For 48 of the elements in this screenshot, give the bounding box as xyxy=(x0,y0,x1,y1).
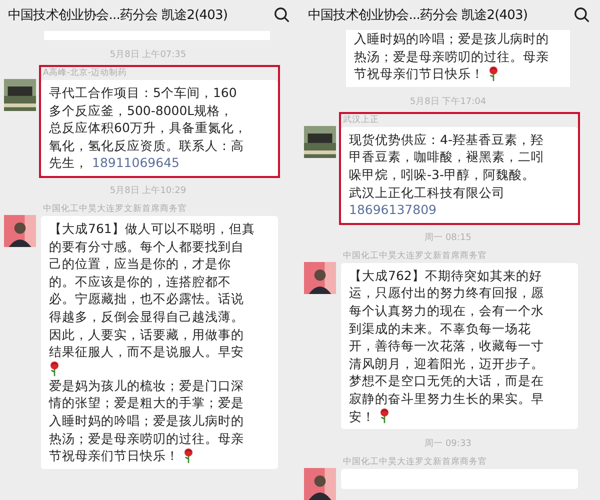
message-text: 热汤；爱是母亲唠叨的过往。母亲 xyxy=(354,48,549,66)
search-icon[interactable] xyxy=(274,7,290,23)
message-text: 到渠成的未来。不辜负每一场花 xyxy=(349,320,531,338)
phone-link[interactable]: 18911069645 xyxy=(92,154,180,172)
search-icon[interactable] xyxy=(574,7,590,23)
message-text: 因此，人要实，话要藏，用做事的 xyxy=(49,326,244,344)
message-text: 哚甲烷，吲哚-3-甲醇，阿魏酸。 xyxy=(349,166,535,184)
phone-link[interactable]: 18696137809 xyxy=(349,201,436,219)
chat-title: 中国技术创业协会...药分会 凯途2(403) xyxy=(8,7,228,24)
message-text: 的要有分寸感。每个人都要找到自 xyxy=(49,238,244,256)
message-text: 开，善待每一次花落，收藏每一寸 xyxy=(349,337,544,355)
message-text: 现货优势供应：4-羟基香豆素，羟 xyxy=(349,130,544,148)
timestamp: 5月8日 下午17:04 xyxy=(410,96,486,107)
sender-name: 中国化工中昊大连罗文新首席商务官 xyxy=(342,250,488,262)
message-text: 必。宁愿藏拙，也不必露怯。话说 xyxy=(49,290,244,308)
message-text: 【大成762】不期待突如其来的好 xyxy=(349,266,542,284)
message-text: 己的位置，应当是你的，才是你 xyxy=(49,255,231,273)
message-text: 氧化，氢化反应资质。联系人：高 xyxy=(49,136,244,154)
message-text: 每个认真努力的现在，会有一个水 xyxy=(349,302,544,320)
message-text: 入睡时妈的吟唱；爱是孩儿病时的 xyxy=(354,30,549,48)
message-text: 多个反应釜，500-8000L规格， xyxy=(49,102,234,120)
message-text: 清风朗月，迎着阳光，迈开步子。 xyxy=(349,354,544,372)
sender-name: 中国化工中昊大连罗文新首席商务官 xyxy=(342,456,488,468)
timestamp: 5月8日 上午10:29 xyxy=(110,186,186,196)
message-text: 入睡时妈的吟唱；爱是孩儿病时的 xyxy=(49,412,244,430)
sender-name: 中国化工中昊大连罗文新首席商务官 xyxy=(42,202,188,215)
message-text: 情的张望；爱是粗大的手掌；爱是 xyxy=(49,394,244,412)
message-text: 节祝母亲们节日快乐！ xyxy=(354,65,484,83)
message-text: 武汉上正化工科技有限公司 xyxy=(349,184,505,202)
message-text: 安！ xyxy=(349,408,375,426)
message-text: 总反应体积60万升，具备重氮化， xyxy=(49,119,247,137)
message-text: 运，只愿付出的努力终有回报，愿 xyxy=(349,284,544,302)
sender-name: 武汉上正 xyxy=(342,114,380,126)
message-text: 寻代工合作项目：5个车间，160 xyxy=(49,84,237,102)
message-text: 梦想不是空口无凭的大话，而是在 xyxy=(349,372,544,390)
sender-name: A高峰-北京-迈动制药 xyxy=(42,67,128,79)
message-text: 先生， xyxy=(49,154,88,172)
message-text: 结果征服人，而不是说服人。早安 xyxy=(49,343,244,361)
chat-title: 中国技术创业协会...药分会 凯途2(403) xyxy=(308,7,528,24)
message-text: 爱是妈为孩儿的梳妆；爱是门口深 xyxy=(49,376,244,394)
message-text: 的。不应该是你的，连搭腔都不 xyxy=(49,272,231,290)
message-text: 寂静的奋斗里努力生长的果实。早 xyxy=(349,390,544,408)
message-text: 得越多，反倒会显得自己越浅薄。 xyxy=(49,308,244,326)
message-text: 节祝母亲们节日快乐！ xyxy=(49,447,179,465)
message-text: 【大成761】做人可以不聪明，但真 xyxy=(49,220,255,238)
timestamp: 5月8日 上午07:35 xyxy=(110,50,186,60)
message-text: 热汤；爱是母亲唠叨的过往。母亲 xyxy=(49,430,244,448)
message-text: 甲香豆素，咖啡酸，褪黑素，二吲 xyxy=(349,148,544,166)
